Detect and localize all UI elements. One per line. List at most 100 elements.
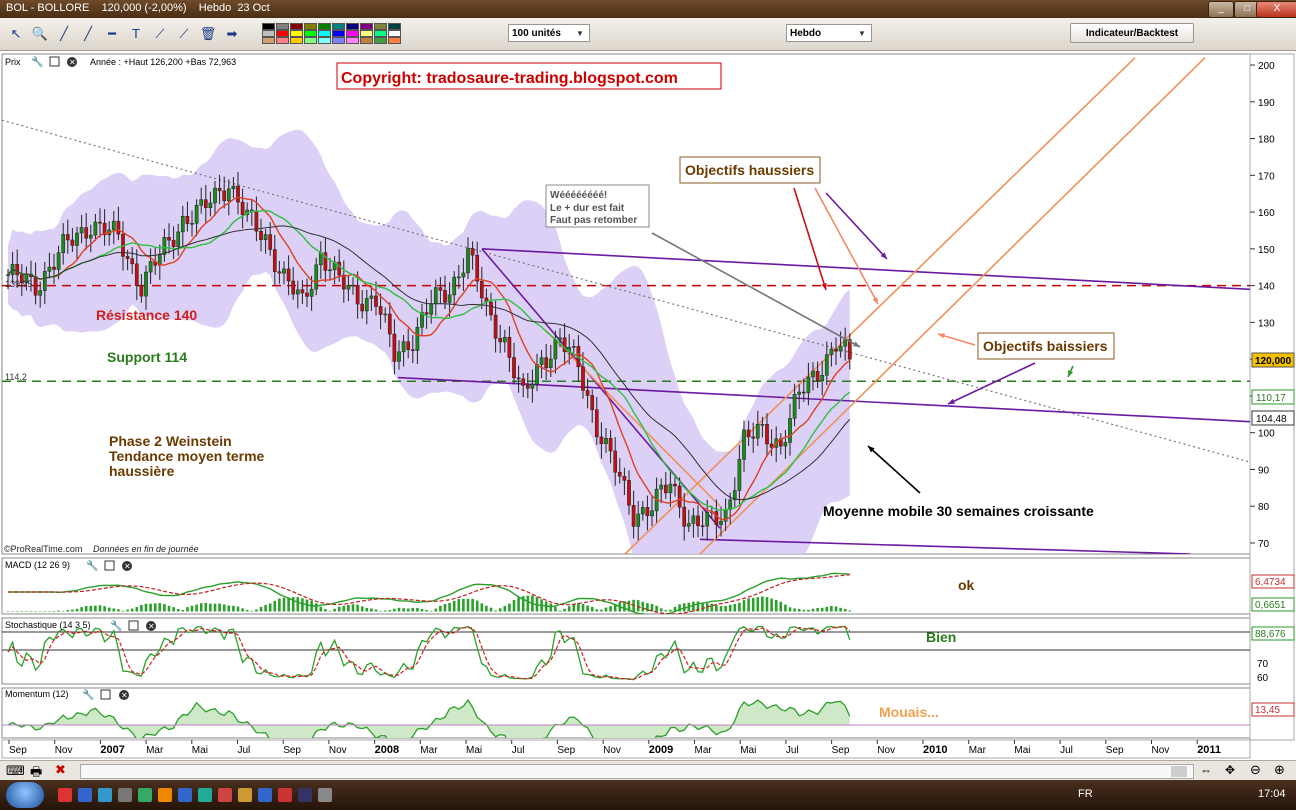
macd-histogram-bar: [508, 603, 511, 612]
candle-body: [493, 314, 498, 339]
candle-body: [443, 290, 447, 303]
macd-histogram-bar: [784, 604, 787, 612]
wrench-icon[interactable]: 🔧: [110, 619, 122, 632]
candle-body: [479, 280, 484, 299]
macd-histogram-bar: [190, 605, 194, 612]
candle-body: [194, 205, 199, 224]
macd-histogram-bar: [342, 605, 346, 612]
wrench-icon[interactable]: 🔧: [82, 688, 94, 701]
taskbar-app-icon[interactable]: [238, 788, 252, 802]
candle-body: [392, 333, 397, 362]
window-icon[interactable]: [128, 620, 139, 631]
macd-histogram-bar: [236, 606, 240, 612]
price-tick-label: 90: [1258, 465, 1270, 476]
candle-body: [686, 523, 691, 527]
macd-histogram-bar: [710, 603, 714, 612]
fit-icon[interactable]: ⇔: [1200, 763, 1212, 777]
zoom-in-icon[interactable]: ⊕: [1274, 762, 1285, 778]
macd-histogram-bar: [457, 599, 461, 612]
macd-histogram-bar: [572, 603, 576, 612]
time-tick-label: 2008: [375, 744, 399, 756]
keyboard-icon[interactable]: ⌨: [6, 763, 25, 779]
time-tick-label: Sep: [283, 745, 301, 756]
candle-body: [705, 512, 710, 527]
candle-body: [33, 276, 38, 296]
wrench-icon[interactable]: 🔧: [86, 559, 98, 572]
macd-histogram-bar: [475, 600, 479, 612]
zoom-out-icon[interactable]: ⊖: [1250, 762, 1261, 778]
candle-body: [645, 507, 650, 517]
phase-annotation-3: haussière: [109, 463, 175, 479]
time-tick-label: Jul: [512, 745, 525, 756]
macd-histogram-bar: [222, 604, 226, 612]
note-line-2: Le + dur est fait: [550, 203, 625, 214]
taskbar-app-icon[interactable]: [318, 788, 332, 802]
macd-histogram-bar: [163, 604, 166, 612]
start-button[interactable]: [6, 782, 44, 808]
candle-body: [369, 295, 374, 299]
candle-body: [65, 234, 70, 241]
window-icon[interactable]: [49, 56, 60, 67]
macd-panel: [1, 557, 1251, 615]
macd-histogram-bar: [485, 605, 488, 612]
source-note: Données en fin de journée: [93, 544, 199, 554]
taskbar-app-icon[interactable]: [78, 788, 92, 802]
price-tick-label: 200: [1258, 61, 1275, 72]
taskbar-app-icon[interactable]: [58, 788, 72, 802]
taskbar-app-icon[interactable]: [198, 788, 212, 802]
candle-body: [544, 357, 549, 368]
candle-body: [599, 436, 604, 445]
taskbar-app-icon[interactable]: [158, 788, 172, 802]
candle-body: [360, 303, 365, 312]
candle-body: [226, 188, 231, 201]
candle-body: [475, 254, 480, 282]
candle-body: [640, 507, 645, 515]
macd-histogram-bar: [751, 597, 755, 612]
scroll-thumb[interactable]: [1171, 766, 1187, 777]
resistance-tag: 139.95: [5, 279, 33, 289]
macd-histogram-bar: [38, 611, 42, 612]
support-annotation: Support 114: [107, 349, 187, 365]
candle-body: [502, 337, 507, 343]
window-icon[interactable]: [100, 689, 111, 700]
chart-area[interactable]: 708090100110120130140150160170180190200S…: [0, 0, 1296, 810]
candle-body: [309, 288, 314, 297]
time-tick-label: 2009: [649, 744, 673, 756]
macd-histogram-bar: [245, 609, 249, 612]
macd-histogram-bar: [15, 611, 19, 612]
status-bar: ⌨ 🖶 ✖ ⇔ ✥ ⊖ ⊕: [0, 760, 1296, 781]
candle-body: [608, 438, 613, 452]
cancel-icon[interactable]: ✖: [55, 762, 66, 778]
candle-body: [111, 220, 116, 231]
expand-icon[interactable]: ✥: [1225, 763, 1235, 777]
taskbar-app-icon[interactable]: [98, 788, 112, 802]
macd-histogram-bar: [728, 604, 732, 612]
candle-body: [268, 234, 273, 250]
macd-histogram-bar: [825, 606, 829, 612]
taskbar-app-icon[interactable]: [118, 788, 132, 802]
macd-histogram-bar: [52, 610, 56, 612]
macd-histogram-bar: [830, 605, 833, 612]
window-icon[interactable]: [104, 560, 115, 571]
stochastic-label: Stochastique (14 3 5): [5, 620, 91, 630]
taskbar-app-icon[interactable]: [218, 788, 232, 802]
macd-histogram-bar: [25, 611, 28, 612]
taskbar-app-icon[interactable]: [138, 788, 152, 802]
taskbar-app-icon[interactable]: [298, 788, 312, 802]
macd-histogram-bar: [94, 605, 97, 612]
wrench-icon[interactable]: 🔧: [31, 55, 43, 68]
macd-histogram-bar: [388, 610, 392, 612]
macd-histogram-bar: [554, 606, 557, 612]
candle-body: [203, 199, 208, 208]
candle-body: [820, 375, 825, 382]
macd-histogram-bar: [719, 606, 723, 612]
candle-body: [70, 239, 75, 246]
horizontal-scrollbar[interactable]: [80, 764, 1194, 779]
taskbar-app-icon[interactable]: [278, 788, 292, 802]
language-indicator[interactable]: FR: [1078, 788, 1093, 800]
candle-body: [742, 429, 746, 460]
candle-body: [190, 223, 194, 225]
taskbar-app-icon[interactable]: [178, 788, 192, 802]
candle-body: [604, 438, 608, 445]
taskbar-app-icon[interactable]: [258, 788, 272, 802]
